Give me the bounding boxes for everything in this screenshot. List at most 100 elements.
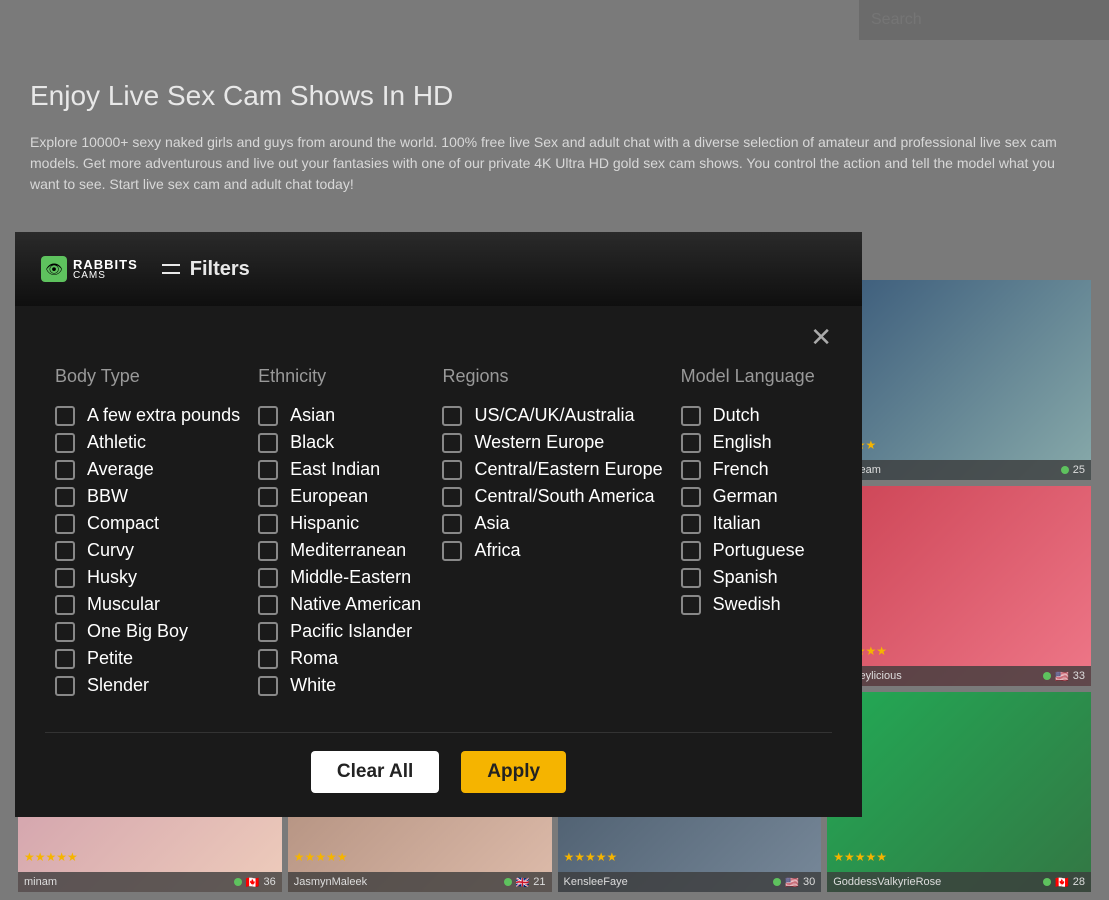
checkbox[interactable] xyxy=(55,433,75,453)
checkbox[interactable] xyxy=(55,676,75,696)
filter-option-label: Mediterranean xyxy=(290,540,406,561)
filter-option[interactable]: Roma xyxy=(258,648,424,669)
model-card[interactable]: ★★★★niaDream25 xyxy=(827,280,1091,480)
checkbox[interactable] xyxy=(258,595,278,615)
filter-option[interactable]: Central/Eastern Europe xyxy=(442,459,662,480)
filter-option[interactable]: Asia xyxy=(442,513,662,534)
filter-option[interactable]: One Big Boy xyxy=(55,621,240,642)
filter-option[interactable]: Petite xyxy=(55,648,240,669)
checkbox[interactable] xyxy=(442,406,462,426)
filter-option[interactable]: French xyxy=(681,459,822,480)
checkbox[interactable] xyxy=(55,406,75,426)
filter-option[interactable]: A few extra pounds xyxy=(55,405,240,426)
flag-icon: 🇺🇸 xyxy=(1055,670,1069,683)
checkbox[interactable] xyxy=(442,460,462,480)
filter-option-label: English xyxy=(713,432,772,453)
checkbox[interactable] xyxy=(681,460,701,480)
checkbox[interactable] xyxy=(258,406,278,426)
column-title: Body Type xyxy=(55,366,240,387)
checkbox[interactable] xyxy=(681,595,701,615)
filter-option[interactable]: Africa xyxy=(442,540,662,561)
checkbox[interactable] xyxy=(258,541,278,561)
model-card[interactable]: ★★★★★GoddessValkyrieRose🇨🇦28 xyxy=(827,692,1091,892)
filter-option[interactable]: BBW xyxy=(55,486,240,507)
checkbox[interactable] xyxy=(258,568,278,588)
filter-option[interactable]: Pacific Islander xyxy=(258,621,424,642)
checkbox[interactable] xyxy=(442,487,462,507)
viewer-count: 30 xyxy=(803,876,815,888)
hero-section: Enjoy Live Sex Cam Shows In HD Explore 1… xyxy=(30,80,1079,195)
checkbox[interactable] xyxy=(55,487,75,507)
filter-option[interactable]: Native American xyxy=(258,594,424,615)
filter-option[interactable]: Dutch xyxy=(681,405,822,426)
search-input[interactable] xyxy=(871,11,1097,29)
filter-option[interactable]: Swedish xyxy=(681,594,822,615)
checkbox[interactable] xyxy=(681,514,701,534)
checkbox[interactable] xyxy=(258,460,278,480)
filter-option-label: Swedish xyxy=(713,594,781,615)
filter-option[interactable]: Muscular xyxy=(55,594,240,615)
checkbox[interactable] xyxy=(55,460,75,480)
checkbox[interactable] xyxy=(55,514,75,534)
filter-option[interactable]: Athletic xyxy=(55,432,240,453)
filter-option-label: Central/Eastern Europe xyxy=(474,459,662,480)
checkbox[interactable] xyxy=(681,406,701,426)
filter-option[interactable]: Middle-Eastern xyxy=(258,567,424,588)
filter-option-label: BBW xyxy=(87,486,128,507)
checkbox[interactable] xyxy=(681,433,701,453)
model-name: JasmynMaleek xyxy=(294,876,504,888)
filter-option-label: Asia xyxy=(474,513,509,534)
filter-option[interactable]: Compact xyxy=(55,513,240,534)
filter-option[interactable]: Western Europe xyxy=(442,432,662,453)
checkbox[interactable] xyxy=(55,568,75,588)
filter-option[interactable]: Husky xyxy=(55,567,240,588)
filter-option[interactable]: Black xyxy=(258,432,424,453)
filter-column-ethnicity: Ethnicity AsianBlackEast IndianEuropeanH… xyxy=(258,366,424,702)
checkbox[interactable] xyxy=(258,514,278,534)
filter-option[interactable]: Portuguese xyxy=(681,540,822,561)
checkbox[interactable] xyxy=(442,514,462,534)
checkbox[interactable] xyxy=(55,622,75,642)
checkbox[interactable] xyxy=(681,568,701,588)
filter-option[interactable]: US/CA/UK/Australia xyxy=(442,405,662,426)
filter-column-regions: Regions US/CA/UK/AustraliaWestern Europe… xyxy=(442,366,662,702)
filter-option-label: European xyxy=(290,486,368,507)
filter-option[interactable]: Slender xyxy=(55,675,240,696)
filter-option-label: German xyxy=(713,486,778,507)
status-indicator xyxy=(504,878,512,886)
checkbox[interactable] xyxy=(258,433,278,453)
flag-icon: 🇬🇧 xyxy=(516,876,530,889)
clear-all-button[interactable]: Clear All xyxy=(311,751,439,793)
apply-button[interactable]: Apply xyxy=(461,751,566,793)
close-icon[interactable]: ✕ xyxy=(810,322,832,353)
checkbox[interactable] xyxy=(55,541,75,561)
checkbox[interactable] xyxy=(442,541,462,561)
checkbox[interactable] xyxy=(442,433,462,453)
filter-option[interactable]: Central/South America xyxy=(442,486,662,507)
filter-option[interactable]: East Indian xyxy=(258,459,424,480)
checkbox[interactable] xyxy=(681,487,701,507)
checkbox[interactable] xyxy=(258,676,278,696)
filter-option[interactable]: Average xyxy=(55,459,240,480)
filter-option[interactable]: German xyxy=(681,486,822,507)
filter-option[interactable]: Mediterranean xyxy=(258,540,424,561)
checkbox[interactable] xyxy=(55,649,75,669)
filter-option[interactable]: Hispanic xyxy=(258,513,424,534)
checkbox[interactable] xyxy=(258,622,278,642)
filter-option[interactable]: Italian xyxy=(681,513,822,534)
filter-option[interactable]: Spanish xyxy=(681,567,822,588)
modal-footer: Clear All Apply xyxy=(45,732,832,817)
filter-option[interactable]: White xyxy=(258,675,424,696)
site-logo[interactable]: RABBITSCAMS xyxy=(41,256,138,282)
filter-option[interactable]: English xyxy=(681,432,822,453)
filter-option[interactable]: Asian xyxy=(258,405,424,426)
checkbox[interactable] xyxy=(258,487,278,507)
checkbox[interactable] xyxy=(55,595,75,615)
filter-option[interactable]: European xyxy=(258,486,424,507)
filter-option-label: Asian xyxy=(290,405,335,426)
filter-option[interactable]: Curvy xyxy=(55,540,240,561)
checkbox[interactable] xyxy=(258,649,278,669)
checkbox[interactable] xyxy=(681,541,701,561)
filter-option-label: Western Europe xyxy=(474,432,604,453)
model-card[interactable]: ★★★★★sJerseylicious🇺🇸33 xyxy=(827,486,1091,686)
